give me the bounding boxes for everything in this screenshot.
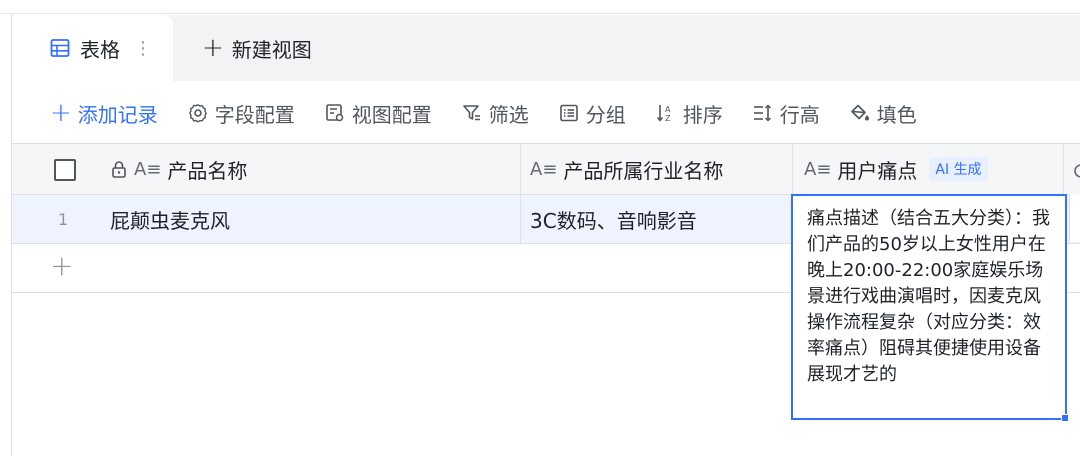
column-divider [520, 195, 521, 243]
more-options-icon[interactable]: ⋮ [134, 38, 152, 59]
tab-label: 表格 [80, 37, 120, 62]
column-divider[interactable] [1063, 144, 1064, 194]
row-height-button[interactable]: 行高 [753, 99, 820, 128]
select-all-checkbox[interactable] [54, 159, 76, 181]
group-icon [559, 103, 579, 123]
add-record-button[interactable]: + 添加记录 [50, 99, 158, 128]
field-config-label: 字段配置 [214, 102, 295, 127]
plus-icon: + [202, 33, 224, 63]
row-height-icon [753, 103, 773, 123]
cell-industry[interactable]: 3C数码、音响影音 [530, 195, 792, 243]
gear-icon [188, 103, 208, 123]
view-config-label: 视图配置 [351, 102, 432, 127]
svg-text:Z: Z [665, 114, 671, 123]
new-view-label: 新建视图 [231, 37, 312, 62]
text-type-icon: A≡ [530, 158, 558, 180]
view-tab-bar: 表格 ⋮ + 新建视图 [12, 15, 1080, 81]
text-type-icon: A≡ [804, 158, 832, 180]
column-divider[interactable] [520, 144, 521, 194]
top-strip [0, 0, 1080, 14]
toolbar: + 添加记录 字段配置 视图配置 筛选 分组 AZ 排序 行高 填色 [12, 82, 1080, 144]
pain-point-cell-editor[interactable]: 痛点描述（结合五大分类）：我们产品的50岁以上女性用户在晚上20:00-22:0… [791, 194, 1067, 420]
view-config-button[interactable]: 视图配置 [325, 99, 432, 128]
sort-label: 排序 [682, 102, 723, 127]
left-edge [0, 14, 12, 456]
fill-handle[interactable] [1061, 414, 1069, 422]
column-label: 产品所属行业名称 [563, 158, 724, 183]
add-record-label: 添加记录 [77, 102, 158, 127]
next-column-cell[interactable] [1069, 194, 1080, 242]
filter-button[interactable]: 筛选 [462, 99, 529, 128]
column-header-product-name[interactable]: A≡ 产品名称 [110, 144, 520, 194]
plus-icon: + [50, 98, 72, 128]
row-height-label: 行高 [779, 102, 820, 127]
filter-icon [462, 103, 482, 123]
sort-icon: AZ [656, 103, 676, 123]
new-view-button[interactable]: + 新建视图 [202, 15, 312, 81]
cell-product-name[interactable]: 屁颠虫麦克风 [110, 195, 520, 243]
add-row-plus-icon[interactable]: + [50, 252, 73, 280]
fill-color-button[interactable]: 填色 [850, 99, 917, 128]
paint-bucket-icon [850, 103, 870, 123]
svg-text:A: A [665, 105, 671, 114]
group-button[interactable]: 分组 [559, 99, 626, 128]
column-label: 用户痛点 [837, 158, 918, 183]
fill-color-label: 填色 [876, 102, 917, 127]
ai-generated-badge: AI 生成 [929, 157, 988, 181]
view-config-icon [325, 103, 345, 123]
column-label: 产品名称 [167, 158, 248, 183]
row-index: 1 [58, 210, 69, 229]
cell-text: 屁颠虫麦克风 [110, 208, 230, 233]
lock-icon [110, 160, 128, 178]
cell-text: 3C数码、音响影音 [530, 208, 697, 233]
sort-button[interactable]: AZ 排序 [656, 99, 723, 128]
column-header-pain-point[interactable]: A≡ 用户痛点 AI 生成 [804, 144, 1072, 194]
field-config-button[interactable]: 字段配置 [188, 99, 295, 128]
filter-label: 筛选 [488, 102, 529, 127]
tab-grid-view[interactable]: 表格 ⋮ [12, 15, 173, 81]
header-row: A≡ 产品名称 A≡ 产品所属行业名称 A≡ 用户痛点 AI 生成 [12, 143, 1080, 195]
next-column-icon [1074, 164, 1080, 178]
text-type-icon: A≡ [134, 158, 162, 180]
column-divider[interactable] [792, 144, 793, 194]
column-header-industry[interactable]: A≡ 产品所属行业名称 [530, 144, 792, 194]
grid-view-icon [50, 39, 70, 57]
group-label: 分组 [585, 102, 626, 127]
